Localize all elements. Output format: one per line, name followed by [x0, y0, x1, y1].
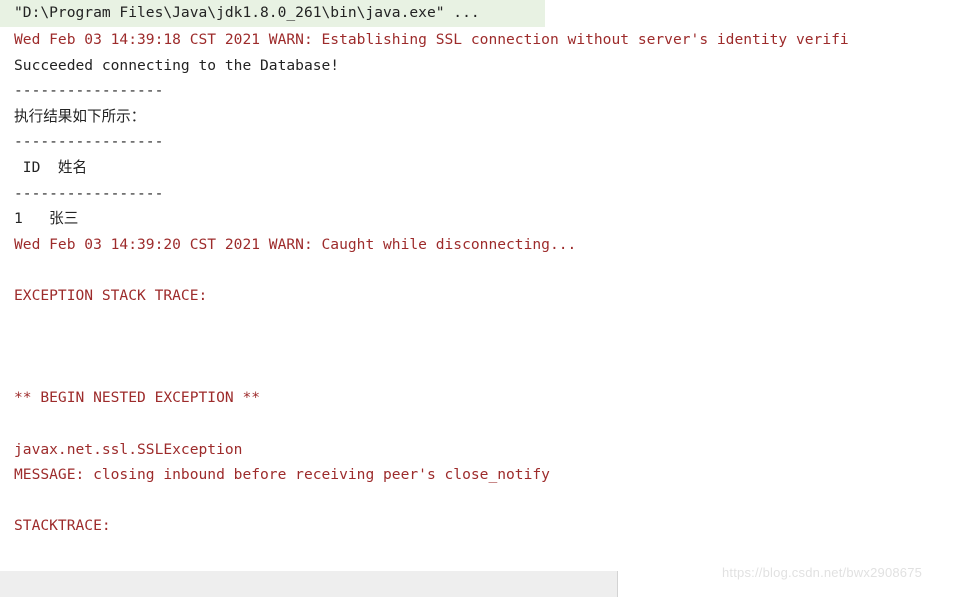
console-line-blank-5	[0, 411, 963, 437]
console-line-text: Wed Feb 03 14:39:20 CST 2021 WARN: Caugh…	[14, 235, 577, 253]
console-line-message: MESSAGE: closing inbound before receivin…	[0, 462, 963, 488]
console-line-thead: ID 姓名	[0, 155, 963, 181]
console-line-blank-6	[0, 488, 963, 514]
console-line-text: ** BEGIN NESTED EXCEPTION **	[14, 389, 261, 407]
console-line-text: -----------------	[14, 133, 164, 151]
console-line-sep-3: -----------------	[0, 181, 963, 207]
console-line-blank-2	[0, 309, 963, 335]
console-line-text: STACKTRACE:	[14, 517, 111, 535]
console-line-sep-1: -----------------	[0, 78, 963, 104]
console-line-blank-1	[0, 257, 963, 283]
console-line-text: MESSAGE: closing inbound before receivin…	[14, 466, 550, 484]
console-line-text: 执行结果如下所示：	[14, 107, 146, 125]
console-line-row-1: 1 张三	[0, 206, 963, 232]
console-line-blank-3	[0, 334, 963, 360]
console-line-text: ID 姓名	[14, 158, 88, 176]
run-console-output-panel[interactable]: "D:\Program Files\Java\jdk1.8.0_261\bin\…	[0, 0, 963, 599]
console-line-sttrace: STACKTRACE:	[0, 513, 963, 539]
console-line-blank-7	[0, 539, 963, 565]
console-line-warn-1: Wed Feb 03 14:39:18 CST 2021 WARN: Estab…	[0, 27, 963, 53]
console-line-blank-4	[0, 360, 963, 386]
console-line-exclass: javax.net.ssl.SSLException	[0, 437, 963, 463]
line-hover-highlight	[0, 571, 618, 597]
console-line-stacktitle: EXCEPTION STACK TRACE:	[0, 283, 963, 309]
console-line-text: -----------------	[14, 82, 164, 100]
console-line-text: 1 张三	[14, 210, 79, 228]
console-line-begin: ** BEGIN NESTED EXCEPTION **	[0, 385, 963, 411]
console-line-text: EXCEPTION STACK TRACE:	[14, 286, 208, 304]
console-line-warn-2: Wed Feb 03 14:39:20 CST 2021 WARN: Caugh…	[0, 232, 963, 258]
console-line-ok: Succeeded connecting to the Database!	[0, 53, 963, 79]
console-stackframe-line[interactable]: javax.net.ssl.SSLExceptionCreate breakpo…	[0, 571, 963, 597]
console-line-list: "D:\Program Files\Java\jdk1.8.0_261\bin\…	[0, 0, 963, 564]
console-line-text: Wed Feb 03 14:39:18 CST 2021 WARN: Estab…	[14, 31, 849, 48]
console-line-text: Succeeded connecting to the Database!	[14, 56, 340, 74]
console-line-cmd: "D:\Program Files\Java\jdk1.8.0_261\bin\…	[0, 0, 963, 27]
console-line-text: "D:\Program Files\Java\jdk1.8.0_261\bin\…	[14, 4, 480, 21]
console-line-text: javax.net.ssl.SSLException	[14, 440, 243, 458]
console-line-text: -----------------	[14, 184, 164, 202]
console-line-sep-2: -----------------	[0, 129, 963, 155]
console-line-result-cap: 执行结果如下所示：	[0, 104, 963, 130]
